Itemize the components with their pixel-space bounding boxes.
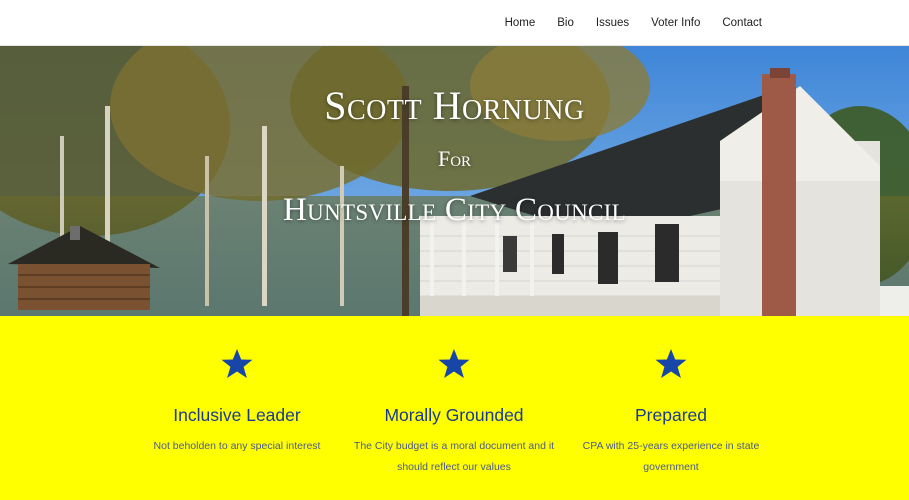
hero-banner: Scott Hornung For Huntsville City Counci… (0, 46, 909, 316)
star-icon (655, 349, 687, 378)
nav-bio-link[interactable]: Bio (557, 17, 574, 29)
hero-for-text: For (437, 146, 472, 171)
top-navbar: Home Bio Issues Voter Info Contact (0, 0, 909, 46)
star-icon (438, 349, 470, 378)
nav-contact-link[interactable]: Contact (722, 17, 762, 29)
nav-home-link[interactable]: Home (505, 17, 536, 29)
nav-voter-info-link[interactable]: Voter Info (651, 17, 700, 29)
feature-heading: Inclusive Leader (173, 405, 301, 425)
star-icon (221, 349, 253, 378)
feature-text: CPA with 25-years experience in state go… (582, 440, 760, 473)
hero-title: Scott Hornung (324, 83, 585, 128)
feature-text: The City budget is a moral document and … (353, 440, 555, 473)
feature-heading: Morally Grounded (384, 405, 524, 425)
main-nav: Home Bio Issues Voter Info Contact (505, 0, 762, 46)
hero-text: Scott Hornung For Huntsville City Counci… (0, 46, 909, 316)
feature-text: Not beholden to any special interest (153, 440, 321, 452)
hero-subtitle: Huntsville City Council (283, 192, 626, 228)
nav-issues-link[interactable]: Issues (596, 17, 629, 29)
feature-heading: Prepared (635, 405, 707, 425)
features-section: Inclusive Leader Not beholden to any spe… (0, 316, 909, 500)
